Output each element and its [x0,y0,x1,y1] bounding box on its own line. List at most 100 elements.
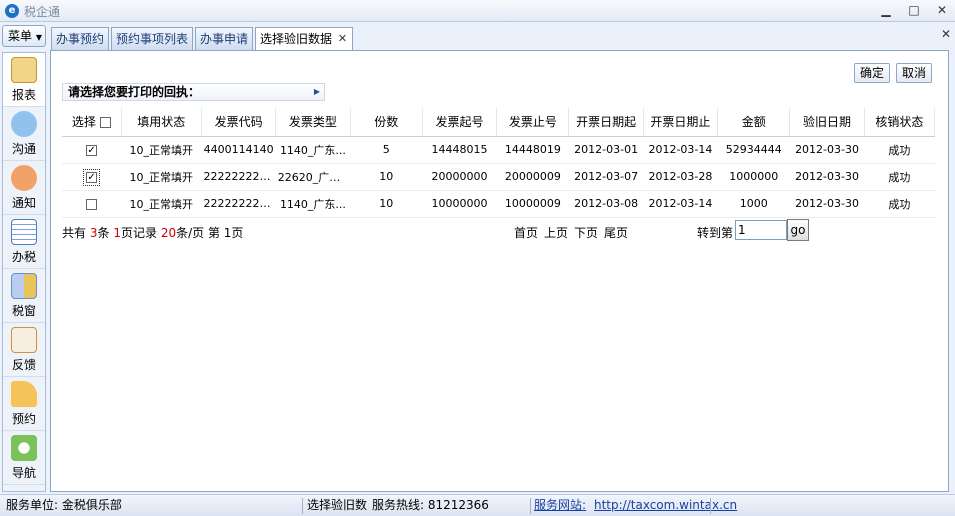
cell-check-date: 2012-03-30 [789,136,865,164]
feedback-icon [11,327,37,353]
status-divider [302,498,303,514]
col-type: 发票类型 [275,108,351,137]
cell-date-to: 2012-03-28 [643,163,718,191]
chat-icon [11,111,37,137]
cell-start: 14448015 [422,136,497,164]
table-row[interactable]: 10_正常填开 2222222222... 1140_广东... 10 1000… [62,190,935,218]
cell-status: 10_正常填开 [121,136,202,164]
sidebar-item-label: 报表 [11,88,36,102]
cell-start: 20000000 [422,163,497,191]
goto-label: 转到第 [697,226,734,240]
cell-code: 2222222222... [201,190,276,218]
close-icon[interactable]: ✕ [935,2,949,18]
sidebar-item-report[interactable]: 报表 [3,53,45,107]
data-table: 选择 填用状态 发票代码 发票类型 份数 发票起号 发票止号 开票日期起 开票日… [62,108,936,218]
table-row[interactable]: ✓ 10_正常填开 2222222222... 22620_广东... 10 2… [62,163,935,191]
cell-date-from: 2012-03-08 [568,190,644,218]
sidebar-item-chat[interactable]: 沟通 [3,107,45,161]
notice-icon [11,165,37,191]
menu-button[interactable]: 菜单 ▼ [2,25,46,47]
prev-page-link[interactable]: 上页 [544,224,568,241]
go-button[interactable]: go [787,219,809,241]
cell-check-date: 2012-03-30 [789,163,865,191]
expand-arrow-icon[interactable]: ▶ [314,84,320,100]
col-start: 发票起号 [422,108,498,137]
row-checkbox[interactable] [86,198,98,210]
table-row[interactable]: ✓ 10_正常填开 4400114140 1140_广东... 5 144480… [62,136,935,164]
cell-result: 成功 [864,136,935,164]
tab-application[interactable]: 办事申请 [195,27,254,50]
status-site-link[interactable]: http://taxcom.wintax.cn [594,495,737,515]
cell-count: 10 [350,163,423,191]
minimize-icon[interactable]: ▁ [879,2,893,18]
pager-prefix: 共有 [62,226,87,240]
sidebar: 报表 沟通 通知 办税 税窗 反馈 预约 导航 [2,52,46,492]
sidebar-item-label: 预约 [11,412,36,426]
col-amount: 金额 [717,108,791,137]
tab-appointment-list[interactable]: 预约事项列表 [111,27,194,50]
cell-date-from: 2012-03-01 [568,136,644,164]
close-all-tabs-icon[interactable]: ✕ [941,27,951,41]
sidebar-item-window[interactable]: 税窗 [3,269,45,323]
sidebar-item-label: 办税 [11,250,36,264]
status-site-label[interactable]: 服务网站: [534,495,586,515]
sidebar-item-label: 反馈 [11,358,36,372]
sidebar-item-notice[interactable]: 通知 [3,161,45,215]
sidebar-item-feedback[interactable]: 反馈 [3,323,45,377]
confirm-button[interactable]: 确定 [854,63,891,83]
cell-code: 2222222222... [201,163,276,191]
title-bar: e 税企通 ▁ □ ✕ [0,0,955,22]
tab-appointment[interactable]: 办事预约 [51,27,110,50]
row-checkbox[interactable]: ✓ [86,144,98,156]
menu-label: 菜单 [8,29,33,43]
sidebar-item-label: 通知 [11,196,36,210]
goto-page-input[interactable]: 1 [735,220,787,240]
status-divider [530,498,531,514]
sidebar-item-navigation[interactable]: 导航 [3,431,45,485]
first-page-link[interactable]: 首页 [514,224,538,241]
sidebar-item-label: 沟通 [11,142,36,156]
pager-unit: 页 [231,226,244,240]
cancel-button[interactable]: 取消 [896,63,933,83]
chevron-down-icon: ▼ [35,33,42,42]
cell-start: 10000000 [422,190,497,218]
status-current: 选择验旧数 [307,498,368,512]
table-header-row: 选择 填用状态 发票代码 发票类型 份数 发票起号 发票止号 开票日期起 开票日… [62,108,936,137]
pager-summary: 共有 3条 1页记录 20条/页 第 1页 [62,224,243,241]
next-page-link[interactable]: 下页 [574,224,598,241]
sidebar-item-booking[interactable]: 预约 [3,377,45,431]
cell-type: 1140_广东... [275,136,351,164]
status-divider [710,498,711,514]
sidebar-item-tax[interactable]: 办税 [3,215,45,269]
col-end: 发票止号 [496,108,570,137]
pager-unit: 条/页 第 [176,226,220,240]
col-select-label: 选择 [71,115,96,130]
cell-date-to: 2012-03-14 [643,190,718,218]
col-select: 选择 [62,108,122,137]
booking-icon [11,381,37,407]
col-status: 填用状态 [121,108,202,137]
cell-count: 10 [350,190,423,218]
cell-status: 10_正常填开 [121,190,202,218]
pager-pages: 1 [113,226,121,240]
cell-check-date: 2012-03-30 [789,190,865,218]
col-code: 发票代码 [201,108,277,137]
tab-select-old-data[interactable]: 选择验旧数据 ✕ [255,27,354,50]
col-count: 份数 [350,108,423,137]
tab-close-icon[interactable]: ✕ [338,28,347,50]
row-checkbox[interactable]: ✓ [83,168,101,186]
navigation-icon [11,435,37,461]
window-title: 税企通 [24,5,61,19]
sidebar-item-label: 税窗 [11,304,36,318]
cell-date-to: 2012-03-14 [643,136,718,164]
pager: 共有 3条 1页记录 20条/页 第 1页 首页 上页 下页 尾页 转到第 1 … [62,219,935,244]
select-all-checkbox[interactable] [99,117,111,129]
cell-date-from: 2012-03-07 [568,163,644,191]
last-page-link[interactable]: 尾页 [604,224,628,241]
section-title: 请选择您要打印的回执： ▶ [62,83,325,101]
cell-type: 1140_广东... [275,190,351,218]
pager-per-page: 20 [160,226,177,240]
maximize-icon[interactable]: □ [907,2,921,18]
col-date-from: 开票日期起 [568,108,644,137]
pager-nav: 首页 上页 下页 尾页 [514,224,628,241]
